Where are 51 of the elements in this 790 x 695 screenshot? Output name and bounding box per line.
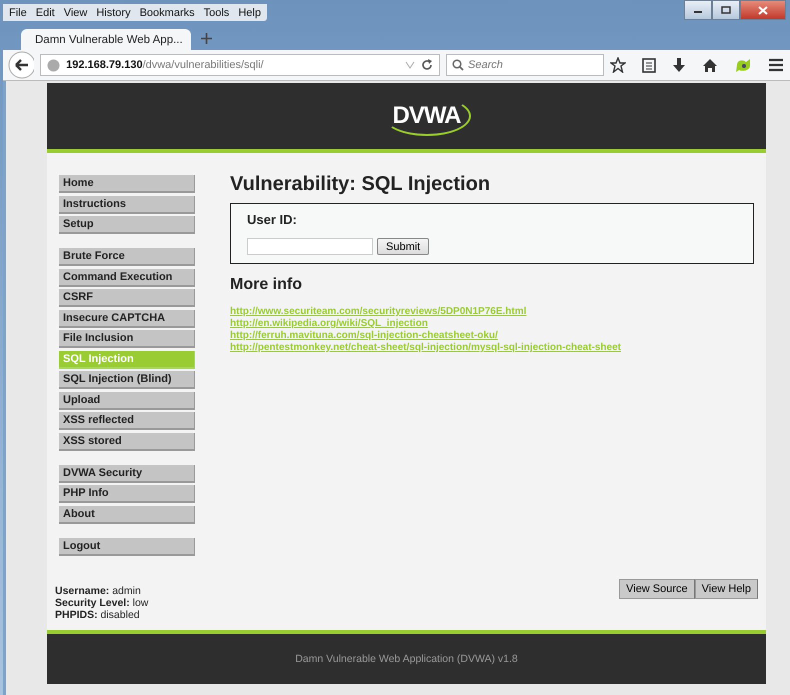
- submit-button[interactable]: Submit: [377, 238, 430, 255]
- close-icon: [758, 6, 768, 14]
- user-id-field[interactable]: [247, 238, 373, 255]
- nav-item[interactable]: Upload: [59, 392, 195, 410]
- section-title: More info: [230, 276, 303, 294]
- download-icon[interactable]: [672, 57, 686, 73]
- minimize-button[interactable]: [684, 0, 712, 20]
- field-label: User ID:: [247, 212, 298, 227]
- home-icon[interactable]: [702, 58, 718, 72]
- nav-item[interactable]: SQL Injection (Blind): [59, 371, 195, 389]
- search-icon: [452, 59, 464, 71]
- footer-text: Damn Vulnerable Web Application (DVWA) v1.8: [295, 653, 518, 665]
- nav-item[interactable]: Insecure CAPTCHA: [59, 310, 195, 328]
- maximize-icon: [721, 6, 731, 14]
- reload-icon[interactable]: [421, 59, 433, 71]
- nav-item[interactable]: File Inclusion: [59, 330, 195, 348]
- plus-icon[interactable]: [201, 33, 212, 44]
- menu-item[interactable]: Help: [238, 7, 261, 19]
- nav-item[interactable]: XSS stored: [59, 432, 195, 450]
- view-button[interactable]: View Help: [694, 579, 758, 599]
- nav-item[interactable]: DVWA Security: [59, 464, 195, 482]
- page-title: Vulnerability: SQL Injection: [230, 173, 492, 195]
- star-icon[interactable]: [610, 57, 626, 73]
- close-button[interactable]: [740, 0, 786, 20]
- view-button[interactable]: View Source: [619, 579, 695, 599]
- search-field[interactable]: Search: [446, 54, 604, 76]
- nav-item[interactable]: Home: [59, 175, 195, 193]
- nav-item[interactable]: Brute Force: [59, 248, 195, 266]
- menu-item[interactable]: History: [96, 7, 131, 19]
- nav-item[interactable]: Instructions: [59, 196, 195, 214]
- nav-item[interactable]: Command Execution: [59, 268, 195, 286]
- menu-item[interactable]: Tools: [204, 7, 230, 19]
- nav-item[interactable]: Logout: [59, 538, 195, 556]
- status-line: Username: admin: [55, 585, 142, 597]
- status-line: Security Level: low: [55, 597, 148, 609]
- nav-item[interactable]: PHP Info: [59, 485, 195, 503]
- browser-tab[interactable]: Damn Vulnerable Web App...: [21, 29, 191, 50]
- menu-item[interactable]: View: [64, 7, 88, 19]
- menu-item[interactable]: File: [9, 7, 27, 19]
- nav-item[interactable]: Setup: [59, 216, 195, 234]
- nav-item[interactable]: XSS reflected: [59, 412, 195, 430]
- nav-item[interactable]: CSRF: [59, 289, 195, 307]
- menu-icon[interactable]: [768, 58, 784, 72]
- logo: DVWA: [382, 96, 470, 136]
- maximize-button[interactable]: [712, 0, 740, 20]
- menu-item[interactable]: Edit: [36, 7, 55, 19]
- menu-item[interactable]: Bookmarks: [140, 7, 195, 19]
- nav-item[interactable]: About: [59, 506, 195, 524]
- clipboard-icon[interactable]: [642, 57, 656, 73]
- status-line: PHPIDS: disabled: [55, 609, 141, 621]
- back-button[interactable]: [8, 51, 34, 79]
